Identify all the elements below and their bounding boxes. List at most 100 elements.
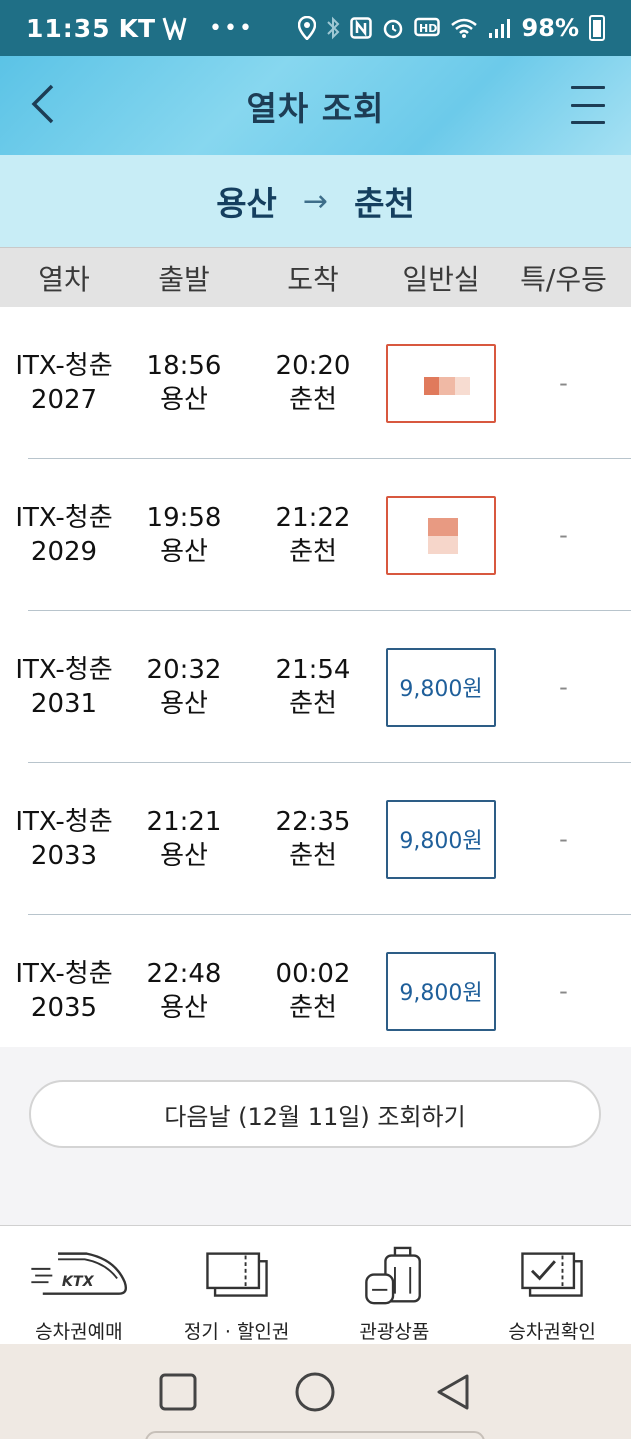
app-header: 열차 조회	[0, 56, 631, 155]
nav-label: 승차권예매	[35, 1321, 123, 1343]
column-header-departure: 출발	[158, 262, 210, 296]
train-info: ITX-청춘 2033	[0, 805, 128, 873]
departure-info: 21:21 용산	[128, 805, 240, 873]
arrival-info: 20:20 춘천	[240, 349, 386, 417]
battery-icon	[589, 15, 605, 41]
first-class-fare: -	[559, 369, 568, 397]
arrival-time: 20:20	[275, 351, 351, 381]
nav-label: 관광상품	[359, 1321, 430, 1343]
departure-station: 용산	[216, 184, 277, 223]
back-icon[interactable]	[433, 1372, 473, 1412]
ticket-check-icon	[521, 1252, 583, 1297]
train-name: ITX-청춘	[15, 959, 113, 989]
departure-info: 20:32 용산	[128, 653, 240, 721]
arrival-station-cell: 춘천	[289, 689, 337, 719]
column-header-arrival: 도착	[287, 262, 339, 296]
next-day-search-button[interactable]: 다음날 (12월 11일) 조회하기	[29, 1080, 601, 1148]
status-time: 11:35	[26, 13, 111, 43]
departure-info: 22:48 용산	[128, 957, 240, 1025]
obscured-fare	[428, 517, 458, 554]
train-name: ITX-청춘	[15, 655, 113, 685]
nav-tour-products[interactable]: 관광상품	[316, 1226, 474, 1344]
economy-fare-button[interactable]: 9,800원	[386, 951, 496, 1031]
departure-time: 21:21	[146, 807, 222, 837]
train-name: ITX-청춘	[15, 807, 113, 837]
data-saver-icon	[162, 17, 187, 40]
departure-station-cell: 용산	[160, 993, 208, 1023]
train-info: ITX-청춘 2027	[0, 349, 128, 417]
train-row: ITX-청춘 2031 20:32 용산 21:54 춘천 9,800원 -	[0, 611, 631, 763]
train-number: 2033	[30, 841, 98, 871]
status-bar: 11:35 KT ••• HD 98%	[0, 0, 631, 56]
ticket-icon	[205, 1252, 268, 1297]
departure-station-cell: 용산	[160, 841, 208, 871]
arrival-station-cell: 춘천	[289, 993, 337, 1023]
first-class-fare: -	[559, 977, 568, 1005]
economy-fare-button[interactable]	[386, 343, 496, 423]
home-icon[interactable]	[294, 1371, 336, 1413]
train-info: ITX-청춘 2031	[0, 653, 128, 721]
next-day-area: 다음날 (12월 11일) 조회하기	[0, 1047, 631, 1225]
location-icon	[297, 16, 316, 40]
train-list: ITX-청춘 2027 18:56 용산 20:20 춘천 - ITX-청춘 2029 …	[0, 307, 631, 1067]
back-arrow-icon[interactable]	[22, 78, 62, 130]
arrival-station-cell: 춘천	[289, 537, 337, 567]
arrival-time: 00:02	[275, 959, 351, 989]
departure-time: 20:32	[146, 655, 222, 685]
arrival-station-cell: 춘천	[289, 385, 337, 415]
obscured-fare	[424, 376, 470, 395]
departure-station-cell: 용산	[160, 385, 208, 415]
nav-ticket-booking[interactable]: KTX 승차권예매	[0, 1226, 158, 1344]
bluetooth-icon	[326, 16, 339, 40]
route-summary: 용산 → 춘천	[0, 155, 631, 247]
nav-pass-discount[interactable]: 정기 · 할인권	[158, 1226, 316, 1344]
departure-info: 18:56 용산	[128, 349, 240, 417]
alarm-icon	[383, 19, 402, 39]
train-row: ITX-청춘 2033 21:21 용산 22:35 춘천 9,800원 -	[0, 763, 631, 915]
departure-time: 18:56	[146, 351, 222, 381]
page-title: 열차 조회	[246, 88, 385, 128]
ktx-train-icon: KTX	[31, 1252, 127, 1295]
arrival-info: 22:35 춘천	[240, 805, 386, 873]
recent-apps-icon[interactable]	[158, 1372, 198, 1412]
ktx-label: KTX	[62, 1274, 95, 1290]
column-header-first-class: 특/우등	[520, 262, 607, 296]
train-number: 2027	[30, 385, 98, 415]
train-name: ITX-청춘	[15, 503, 113, 533]
nav-label: 정기 · 할인권	[183, 1321, 290, 1343]
departure-time: 22:48	[146, 959, 222, 989]
system-nav-bar	[0, 1344, 631, 1439]
hamburger-menu-icon[interactable]	[571, 86, 605, 124]
arrival-time: 21:54	[275, 655, 351, 685]
departure-station-cell: 용산	[160, 537, 208, 567]
column-header-economy: 일반실	[402, 262, 480, 296]
more-notifications-icon: •••	[209, 15, 254, 41]
battery-percent: 98%	[521, 14, 579, 42]
train-name: ITX-청춘	[15, 351, 113, 381]
arrival-station: 춘천	[354, 184, 415, 223]
economy-fare-button[interactable]: 9,800원	[386, 647, 496, 727]
first-class-fare: -	[559, 825, 568, 853]
train-row: ITX-청춘 2035 22:48 용산 00:02 춘천 9,800원 -	[0, 915, 631, 1067]
nfc-icon	[349, 17, 372, 39]
economy-fare-button[interactable]	[386, 495, 496, 575]
arrival-time: 22:35	[275, 807, 351, 837]
signal-icon	[488, 19, 510, 38]
train-number: 2029	[30, 537, 98, 567]
departure-station-cell: 용산	[160, 689, 208, 719]
nav-label: 승차권확인	[508, 1321, 596, 1343]
arrival-time: 21:22	[275, 503, 351, 533]
gesture-handle	[145, 1431, 485, 1439]
wifi-icon	[450, 18, 477, 38]
status-carrier: KT	[118, 13, 156, 43]
train-info: ITX-청춘 2029	[0, 501, 128, 569]
departure-time: 19:58	[146, 503, 222, 533]
train-row: ITX-청춘 2029 19:58 용산 21:22 춘천 -	[0, 459, 631, 611]
train-row: ITX-청춘 2027 18:56 용산 20:20 춘천 -	[0, 307, 631, 459]
first-class-fare: -	[559, 521, 568, 549]
hd-voice-icon: HD	[413, 17, 440, 37]
economy-fare-button[interactable]: 9,800원	[386, 799, 496, 879]
nav-ticket-check[interactable]: 승차권확인	[473, 1226, 631, 1344]
first-class-fare: -	[559, 673, 568, 701]
table-header: 열차 출발 도착 일반실 특/우등	[0, 247, 631, 307]
